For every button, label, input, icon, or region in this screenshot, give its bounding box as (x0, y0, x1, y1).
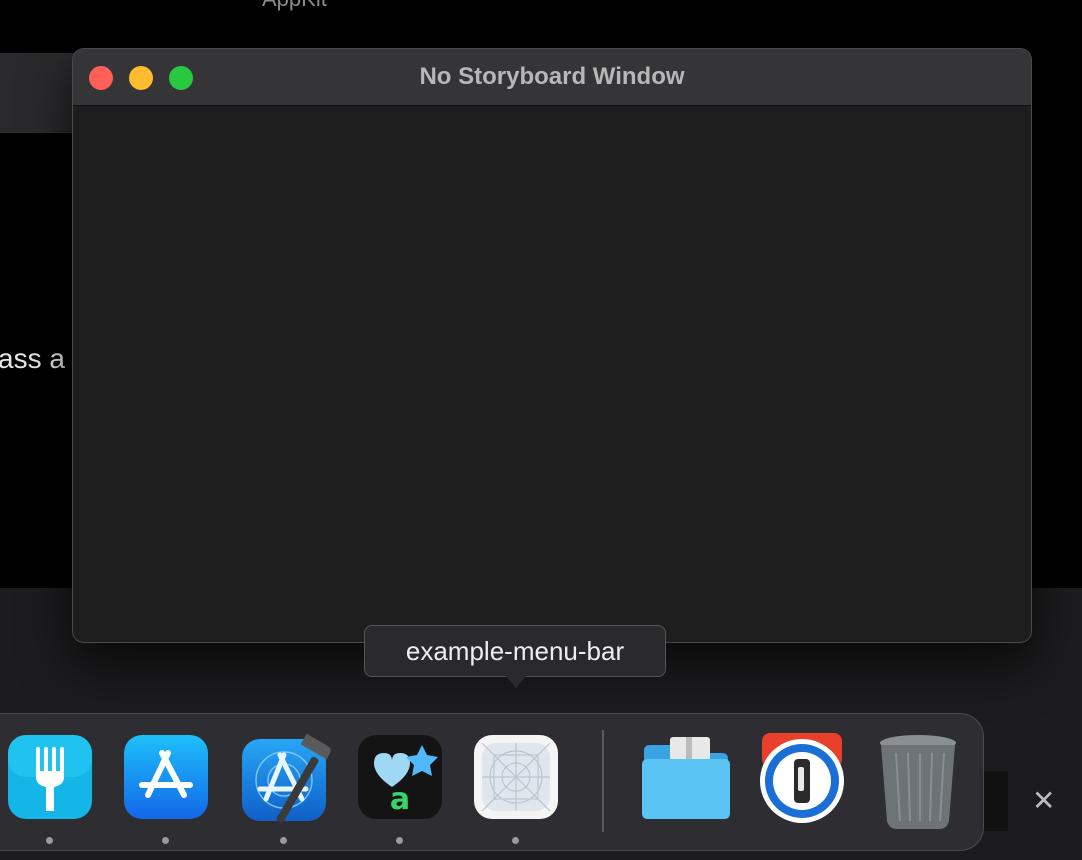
app-store-icon[interactable] (122, 733, 210, 821)
app-window: No Storyboard Window (72, 48, 1032, 643)
running-indicator (280, 837, 287, 844)
running-indicator (512, 837, 519, 844)
running-indicator (162, 837, 169, 844)
background-heading-text: AppKit (262, 0, 327, 12)
1password-icon[interactable] (758, 733, 846, 823)
trash-icon[interactable] (876, 733, 964, 829)
window-title: No Storyboard Window (419, 63, 685, 90)
running-indicator (396, 837, 403, 844)
example-menu-bar-app-icon[interactable] (472, 733, 560, 821)
close-icon[interactable]: ✕ (1032, 786, 1055, 816)
background-right-panel (980, 771, 1008, 831)
sf-symbols-icon[interactable]: a (356, 733, 444, 821)
running-indicator (46, 837, 53, 844)
dock-separator (602, 730, 604, 832)
window-titlebar[interactable]: No Storyboard Window (73, 49, 1031, 106)
dock-tooltip: example-menu-bar (364, 625, 666, 677)
dock-tooltip-arrow (506, 676, 526, 688)
svg-text:a: a (390, 782, 410, 817)
fork-app-icon[interactable] (6, 733, 94, 821)
downloads-folder-icon[interactable] (640, 733, 730, 821)
background-body-text: ass a (0, 343, 65, 374)
xcode-icon[interactable] (240, 733, 331, 823)
